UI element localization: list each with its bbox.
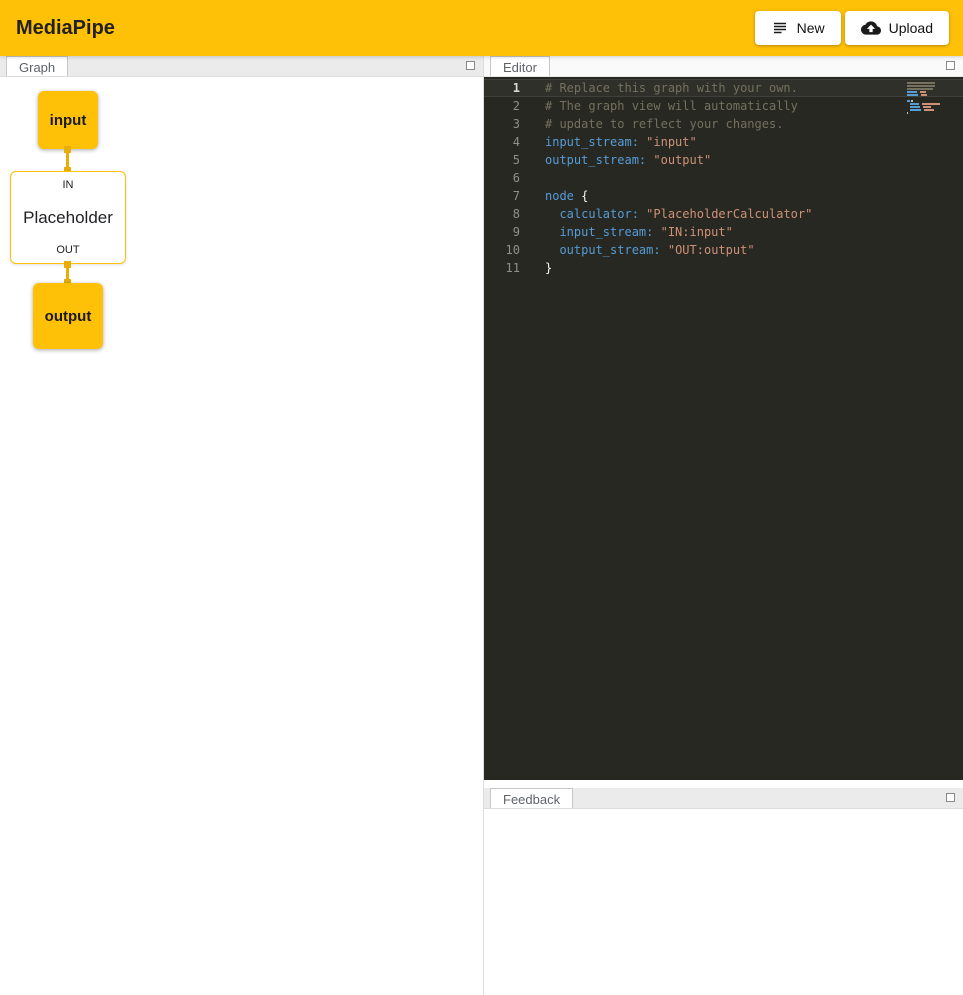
right-column: Editor 1 # Replace this graph with your o…	[484, 56, 963, 995]
app-title: MediaPipe	[16, 17, 115, 40]
line-number[interactable]: 10	[484, 241, 520, 259]
code-line-5[interactable]: 5 output_stream: "output"	[484, 151, 963, 169]
editor-minimap[interactable]	[907, 82, 949, 115]
code-line-1[interactable]: 1 # Replace this graph with your own.	[484, 79, 963, 97]
edge-input-to-placeholder	[66, 149, 69, 171]
line-number[interactable]: 7	[484, 187, 520, 205]
line-number[interactable]: 9	[484, 223, 520, 241]
graph-panel: Graph input IN Placeholder OUT	[0, 56, 484, 995]
output-node-label: output	[45, 308, 92, 325]
edge-placeholder-to-output	[66, 264, 69, 283]
graph-node-output[interactable]: output	[33, 283, 103, 349]
graph-node-placeholder[interactable]: IN Placeholder OUT	[10, 171, 126, 264]
out-port-label: OUT	[56, 244, 79, 256]
code-editor[interactable]: 1 # Replace this graph with your own. 2 # T…	[484, 77, 963, 780]
graph-canvas[interactable]: input IN Placeholder OUT output	[0, 77, 483, 995]
tab-feedback[interactable]: Feedback	[490, 788, 573, 808]
line-number[interactable]: 2	[484, 97, 520, 115]
line-number[interactable]: 8	[484, 205, 520, 223]
code-line-8[interactable]: 8 calculator: "PlaceholderCalculator"	[484, 205, 963, 223]
feedback-panel-header: Feedback	[484, 788, 963, 809]
tab-editor[interactable]: Editor	[490, 56, 550, 76]
code-line-10[interactable]: 10 output_stream: "OUT:output"	[484, 241, 963, 259]
code-text: # Replace this graph with your own.	[545, 79, 798, 97]
code-text: }	[545, 259, 552, 277]
placeholder-node-label: Placeholder	[23, 208, 113, 228]
tab-graph[interactable]: Graph	[6, 56, 68, 76]
editor-popout-icon[interactable]	[946, 61, 955, 70]
new-button-label: New	[797, 20, 825, 36]
code-text: # update to reflect your changes.	[545, 115, 783, 133]
line-number[interactable]: 4	[484, 133, 520, 151]
code-text: output_stream: "OUT:output"	[545, 241, 755, 259]
feedback-panel: Feedback	[484, 788, 963, 995]
in-port-label: IN	[63, 179, 74, 191]
line-number[interactable]: 3	[484, 115, 520, 133]
upload-button[interactable]: Upload	[845, 11, 949, 45]
main-area: Graph input IN Placeholder OUT	[0, 56, 963, 995]
menu-lines-icon	[771, 19, 789, 37]
code-text: node {	[545, 187, 588, 205]
cloud-upload-icon	[861, 18, 881, 38]
code-text: calculator: "PlaceholderCalculator"	[545, 205, 812, 223]
mediapipe-app: MediaPipe New Upload Graph	[0, 0, 963, 995]
code-line-2[interactable]: 2 # The graph view will automatically	[484, 97, 963, 115]
feedback-content	[484, 809, 963, 995]
code-text: # The graph view will automatically	[545, 97, 798, 115]
port-connector	[64, 261, 71, 268]
top-bar: MediaPipe New Upload	[0, 0, 963, 56]
code-text: output_stream: "output"	[545, 151, 711, 169]
code-line-3[interactable]: 3 # update to reflect your changes.	[484, 115, 963, 133]
line-number[interactable]: 6	[484, 169, 520, 187]
code-text: input_stream: "IN:input"	[545, 223, 733, 241]
feedback-popout-icon[interactable]	[946, 793, 955, 802]
editor-panel-header: Editor	[484, 56, 963, 77]
port-connector	[64, 146, 71, 153]
code-text: input_stream: "input"	[545, 133, 697, 151]
code-line-11[interactable]: 11}	[484, 259, 963, 277]
code-line-9[interactable]: 9 input_stream: "IN:input"	[484, 223, 963, 241]
editor-panel: Editor 1 # Replace this graph with your o…	[484, 56, 963, 780]
toolbar: New Upload	[755, 11, 949, 45]
code-line-7[interactable]: 7 node {	[484, 187, 963, 205]
code-line-4[interactable]: 4 input_stream: "input"	[484, 133, 963, 151]
new-button[interactable]: New	[755, 11, 841, 45]
code-line-6[interactable]: 6	[484, 169, 963, 187]
line-number[interactable]: 11	[484, 259, 520, 277]
line-number[interactable]: 5	[484, 151, 520, 169]
code-lines: 1 # Replace this graph with your own. 2 # T…	[484, 79, 963, 277]
input-node-label: input	[50, 112, 87, 129]
line-number[interactable]: 1	[484, 79, 520, 97]
graph-node-input[interactable]: input	[38, 91, 98, 149]
upload-button-label: Upload	[889, 20, 933, 36]
graph-popout-icon[interactable]	[466, 61, 475, 70]
graph-panel-header: Graph	[0, 56, 483, 77]
